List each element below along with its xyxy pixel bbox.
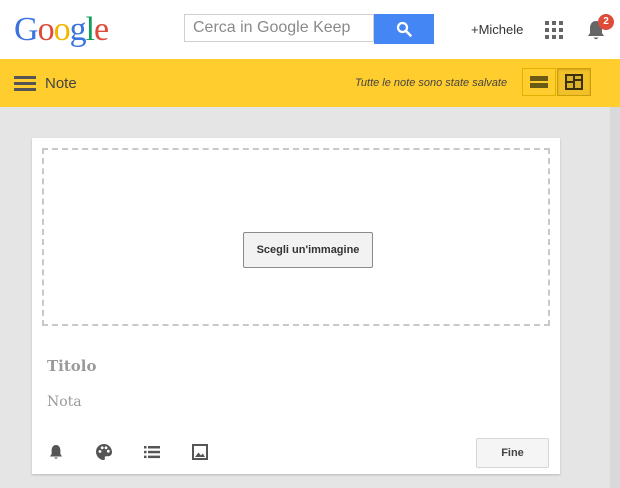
scrollbar-track[interactable] <box>610 107 620 488</box>
apps-grid-icon[interactable] <box>545 21 563 39</box>
note-body-field[interactable]: Nota <box>47 394 82 410</box>
color-button[interactable] <box>94 442 114 462</box>
add-image-button[interactable] <box>190 442 210 462</box>
save-status: Tutte le note sono state salvate <box>355 77 508 89</box>
palette-icon <box>96 444 112 460</box>
checklist-icon <box>144 446 160 459</box>
note-editor-card: Scegli un'immagine Titolo Nota Fine <box>32 138 560 474</box>
list-view-icon <box>530 76 548 88</box>
search-input[interactable] <box>185 15 373 41</box>
grid-view-icon <box>565 74 583 90</box>
checklist-button[interactable] <box>142 442 162 462</box>
reminder-bell-icon <box>50 445 62 459</box>
done-button[interactable]: Fine <box>476 438 549 468</box>
section-title: Note <box>45 75 77 92</box>
search-box <box>184 14 374 42</box>
search-button[interactable] <box>374 14 434 44</box>
choose-image-button[interactable]: Scegli un'immagine <box>243 232 373 268</box>
image-icon <box>192 444 208 460</box>
logo-letter: l <box>85 11 96 48</box>
top-bar: Google +Michele 2 <box>0 0 620 59</box>
google-logo[interactable]: Google <box>14 11 109 48</box>
reminder-button[interactable] <box>46 442 66 462</box>
logo-letter: G <box>14 11 39 48</box>
search-icon <box>396 21 412 37</box>
hamburger-menu-icon[interactable] <box>14 76 36 92</box>
grid-view-button[interactable] <box>557 68 591 96</box>
image-drop-zone[interactable]: Scegli un'immagine <box>42 148 550 326</box>
notification-badge[interactable]: 2 <box>598 14 614 30</box>
logo-letter: e <box>94 11 109 48</box>
logo-letter: o <box>37 11 55 48</box>
logo-letter: g <box>69 11 87 48</box>
list-view-button[interactable] <box>522 68 556 96</box>
logo-letter: o <box>53 11 71 48</box>
user-link[interactable]: +Michele <box>471 22 523 37</box>
note-title-field[interactable]: Titolo <box>47 357 97 375</box>
